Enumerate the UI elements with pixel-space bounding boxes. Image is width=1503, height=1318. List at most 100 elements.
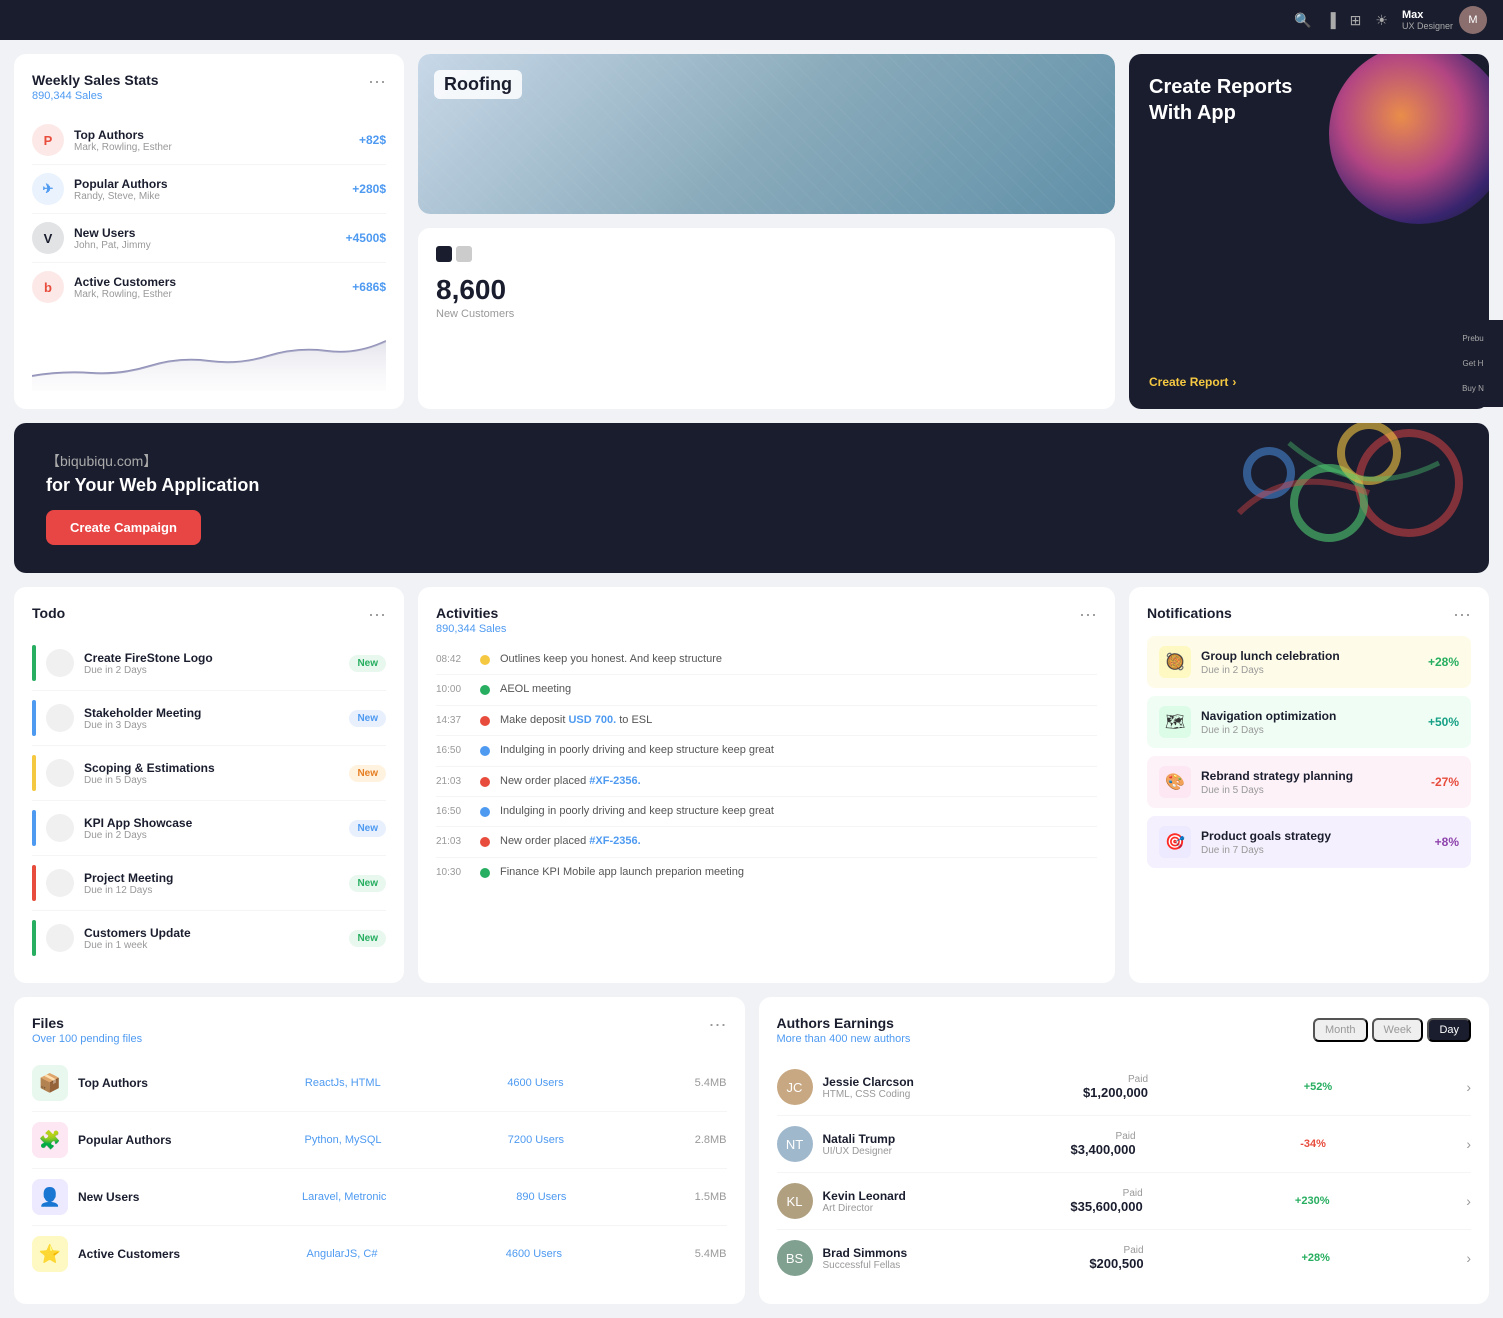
notifications-items: 🥘 Group lunch celebration Due in 2 Days … [1147,636,1471,868]
create-reports-card: Create Reports With App Create Report › [1129,54,1489,409]
sun-icon[interactable]: ☀ [1375,12,1388,29]
list-item: 🗺 Navigation optimization Due in 2 Days … [1147,696,1471,748]
ae-tab-day[interactable]: Day [1427,1018,1471,1042]
nc-icon-light [456,246,472,262]
weekly-sales-menu[interactable]: ⋯ [368,72,386,93]
authors-items: JC Jessie Clarcson HTML, CSS Coding Paid… [777,1059,1472,1286]
ae-header: Authors Earnings More than 400 new autho… [777,1015,1472,1045]
notifications-card: Notifications ⋯ 🥘 Group lunch celebratio… [1129,587,1489,983]
side-panel-item-3[interactable]: Buy N [1449,380,1497,397]
activities-card: Activities 890,344 Sales ⋯ 08:42 Outline… [418,587,1115,983]
battery-icon: ▐ [1326,12,1336,28]
ae-subtitle: More than 400 new authors [777,1033,911,1045]
weekly-sales-title: Weekly Sales Stats [32,72,159,88]
list-item: ⭐ Active Customers AngularJS, C# 4600 Us… [32,1226,727,1282]
list-item: BS Brad Simmons Successful Fellas Paid $… [777,1230,1472,1286]
activities-items: 08:42 Outlines keep you honest. And keep… [436,645,1097,887]
author-chevron[interactable]: › [1466,1079,1471,1095]
list-item: 👤 New Users Laravel, Metronic 890 Users … [32,1169,727,1226]
stat-row: ✈ Popular Authors Randy, Steve, Mike +28… [32,165,386,214]
row-1: Weekly Sales Stats 890,344 Sales ⋯ P Top… [14,54,1489,409]
files-subtitle: Over 100 pending files [32,1033,142,1045]
user-name: Max [1402,9,1453,21]
todo-card: Todo ⋯ Create FireStone Logo Due in 2 Da… [14,587,404,983]
campaign-text-small: 【biqubiqu.com】 [46,451,259,471]
list-item: KL Kevin Leonard Art Director Paid $35,6… [777,1173,1472,1230]
ae-tabs: Month Week Day [1313,1018,1471,1042]
stat-row: P Top Authors Mark, Rowling, Esther +82$ [32,116,386,165]
todo-title: Todo [32,605,65,621]
list-item: Stakeholder Meeting Due in 3 Days New [32,691,386,746]
ae-tab-week[interactable]: Week [1372,1018,1424,1042]
notifications-title: Notifications [1147,605,1232,621]
list-item: KPI App Showcase Due in 2 Days New [32,801,386,856]
campaign-banner: 【biqubiqu.com】 for Your Web Application … [14,423,1489,573]
row-4: Files Over 100 pending files ⋯ 📦 Top Aut… [14,997,1489,1304]
author-chevron[interactable]: › [1466,1136,1471,1152]
list-item: 🥘 Group lunch celebration Due in 2 Days … [1147,636,1471,688]
row-3: Todo ⋯ Create FireStone Logo Due in 2 Da… [14,587,1489,983]
files-items: 📦 Top Authors ReactJs, HTML 4600 Users 5… [32,1055,727,1282]
ae-title: Authors Earnings [777,1015,911,1031]
list-item: 🧩 Popular Authors Python, MySQL 7200 Use… [32,1112,727,1169]
side-panel: Prebu Get H Buy N [1443,320,1503,407]
create-report-link[interactable]: Create Report › [1149,375,1469,389]
todo-items: Create FireStone Logo Due in 2 Days New … [32,636,386,965]
files-title: Files [32,1015,142,1031]
stat-rows: P Top Authors Mark, Rowling, Esther +82$… [32,116,386,311]
new-customers-card: 8,600 New Customers [418,228,1115,409]
roofing-label: Roofing [434,70,522,99]
files-card: Files Over 100 pending files ⋯ 📦 Top Aut… [14,997,745,1304]
campaign-decoration [1089,423,1489,573]
topbar: 🔍 ▐ ⊞ ☀ Max UX Designer M [0,0,1503,40]
stat-row: V New Users John, Pat, Jimmy +4500$ [32,214,386,263]
activities-subtitle: 890,344 Sales [436,623,506,635]
main-content: Weekly Sales Stats 890,344 Sales ⋯ P Top… [0,40,1503,1318]
create-reports-title: Create Reports With App [1149,74,1469,126]
list-item: Scoping & Estimations Due in 5 Days New [32,746,386,801]
notifications-menu[interactable]: ⋯ [1453,605,1471,626]
side-panel-item-2[interactable]: Get H [1449,355,1497,372]
list-item: NT Natali Trump UI/UX Designer Paid $3,4… [777,1116,1472,1173]
ae-tab-month[interactable]: Month [1313,1018,1368,1042]
list-item: 21:03 New order placed #XF-2356. [436,767,1097,797]
list-item: 🎯 Product goals strategy Due in 7 Days +… [1147,816,1471,868]
weekly-sales-subtitle: 890,344 Sales [32,90,159,102]
list-item: 📦 Top Authors ReactJs, HTML 4600 Users 5… [32,1055,727,1112]
author-chevron[interactable]: › [1466,1250,1471,1266]
list-item: Customers Update Due in 1 week New [32,911,386,965]
list-item: 14:37 Make deposit USD 700. to ESL [436,706,1097,736]
stat-row: b Active Customers Mark, Rowling, Esther… [32,263,386,311]
files-menu[interactable]: ⋯ [709,1015,727,1036]
side-panel-item-1[interactable]: Prebu [1449,330,1497,347]
list-item: 10:30 Finance KPI Mobile app launch prep… [436,858,1097,887]
user-role: UX Designer [1402,21,1453,31]
list-item: Create FireStone Logo Due in 2 Days New [32,636,386,691]
list-item: 🎨 Rebrand strategy planning Due in 5 Day… [1147,756,1471,808]
weekly-sales-card: Weekly Sales Stats 890,344 Sales ⋯ P Top… [14,54,404,409]
grid-icon[interactable]: ⊞ [1350,12,1362,29]
create-campaign-button[interactable]: Create Campaign [46,510,201,545]
activities-menu[interactable]: ⋯ [1079,605,1097,626]
todo-menu[interactable]: ⋯ [368,605,386,626]
list-item: 16:50 Indulging in poorly driving and ke… [436,736,1097,766]
authors-earnings-card: Authors Earnings More than 400 new autho… [759,997,1490,1304]
nc-icon-dark [436,246,452,262]
author-chevron[interactable]: › [1466,1193,1471,1209]
avatar[interactable]: M [1459,6,1487,34]
list-item: 10:00 AEOL meeting [436,675,1097,705]
list-item: Project Meeting Due in 12 Days New [32,856,386,911]
activities-title: Activities [436,605,506,621]
search-icon[interactable]: 🔍 [1294,12,1311,29]
list-item: JC Jessie Clarcson HTML, CSS Coding Paid… [777,1059,1472,1116]
user-info: Max UX Designer M [1402,6,1487,34]
nc-icons [436,246,1097,262]
new-customers-label: New Customers [436,308,1097,320]
new-customers-number: 8,600 [436,274,1097,306]
campaign-text-large: for Your Web Application [46,475,259,496]
list-item: 08:42 Outlines keep you honest. And keep… [436,645,1097,675]
chart-area [32,321,386,391]
list-item: 16:50 Indulging in poorly driving and ke… [436,797,1097,827]
list-item: 21:03 New order placed #XF-2356. [436,827,1097,857]
roofing-card: Roofing [418,54,1115,214]
